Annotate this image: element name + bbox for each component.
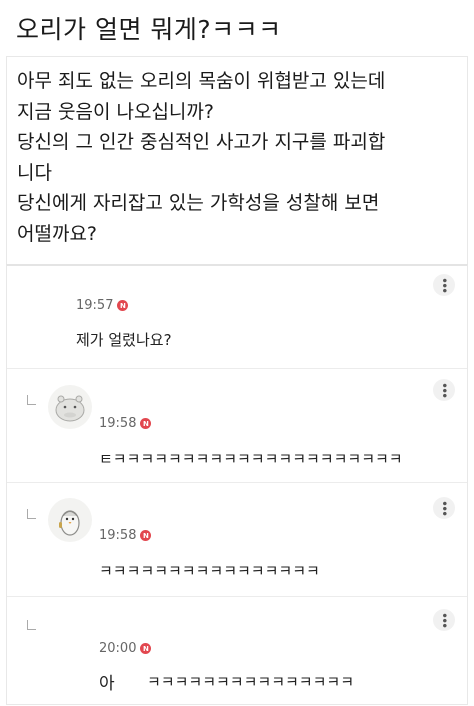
reply-item: ••• 19:58 N ㅋㅋㅋㅋㅋㅋㅋㅋㅋㅋㅋㅋㅋㅋㅋㅋ (7, 482, 467, 595)
penguin-avatar-icon (59, 510, 80, 536)
comment-meta: 19:57 N (76, 298, 129, 313)
avatar[interactable] (48, 385, 92, 429)
post-line: 당신의 그 인간 중심적인 사고가 지구를 파괴합 (17, 131, 386, 153)
new-badge: N (117, 300, 129, 311)
post-line: 아무 죄도 없는 오리의 목숨이 위협받고 있는데 (17, 70, 386, 92)
comment-item: ••• 19:57 N 제가 얼렸나요? (7, 266, 467, 366)
comment-text: ㅌㅋㅋㅋㅋㅋㅋㅋㅋㅋㅋㅋㅋㅋㅋㅋㅋㅋㅋㅋㅋㅋ (99, 450, 403, 468)
comment-text-prefix: 아 (99, 674, 115, 694)
hippo-avatar-icon (55, 395, 85, 422)
comment-meta: 19:58 N (99, 416, 152, 431)
more-options-icon[interactable]: ••• (433, 274, 455, 296)
comment-text: ㅋㅋㅋㅋㅋㅋㅋㅋㅋㅋㅋㅋㅋㅋㅋ (147, 673, 355, 691)
reply-arrow-icon (27, 620, 36, 630)
comment-time: 19:58 (99, 416, 137, 431)
more-options-icon[interactable]: ••• (433, 379, 455, 401)
new-badge: N (140, 418, 152, 429)
reply-item: ••• 20:00 N 아 ㅋㅋㅋㅋㅋㅋㅋㅋㅋㅋㅋㅋㅋㅋㅋ (7, 596, 467, 706)
more-options-icon[interactable]: ••• (433, 609, 455, 631)
comment-text: 제가 얼렸나요? (76, 331, 172, 349)
comment-time: 20:00 (99, 641, 137, 656)
reply-item: ••• 19:58 N ㅌㅋㅋㅋㅋㅋㅋㅋㅋㅋㅋㅋㅋㅋㅋㅋㅋㅋㅋㅋㅋㅋ (7, 368, 467, 481)
post-body: 아무 죄도 없는 오리의 목숨이 위협받고 있는데 지금 웃음이 나오십니까? … (6, 56, 468, 264)
comment-time: 19:57 (76, 298, 114, 313)
comment-meta: 19:58 N (99, 528, 152, 543)
post-line: 어떨까요? (17, 222, 98, 245)
comment-list: ••• 19:57 N 제가 얼렸나요? ••• 19:58 N ㅌㅋㅋㅋㅋㅋㅋ… (6, 264, 468, 705)
new-badge: N (140, 530, 152, 541)
post-line: 당신에게 자리잡고 있는 가학성을 성찰해 보면 (17, 192, 380, 214)
comment-time: 19:58 (99, 528, 137, 543)
post-line: 니다 (17, 161, 52, 184)
new-badge: N (140, 643, 152, 654)
comment-meta: 20:00 N (99, 641, 152, 656)
comment-text: ㅋㅋㅋㅋㅋㅋㅋㅋㅋㅋㅋㅋㅋㅋㅋㅋ (99, 562, 320, 580)
more-options-icon[interactable]: ••• (433, 497, 455, 519)
post-title: 오리가 얼면 뭐게?ㅋㅋㅋ (16, 15, 282, 44)
avatar[interactable] (48, 498, 92, 542)
reply-arrow-icon (27, 395, 36, 405)
reply-arrow-icon (27, 509, 36, 519)
post-line: 지금 웃음이 나오십니까? (17, 100, 214, 123)
